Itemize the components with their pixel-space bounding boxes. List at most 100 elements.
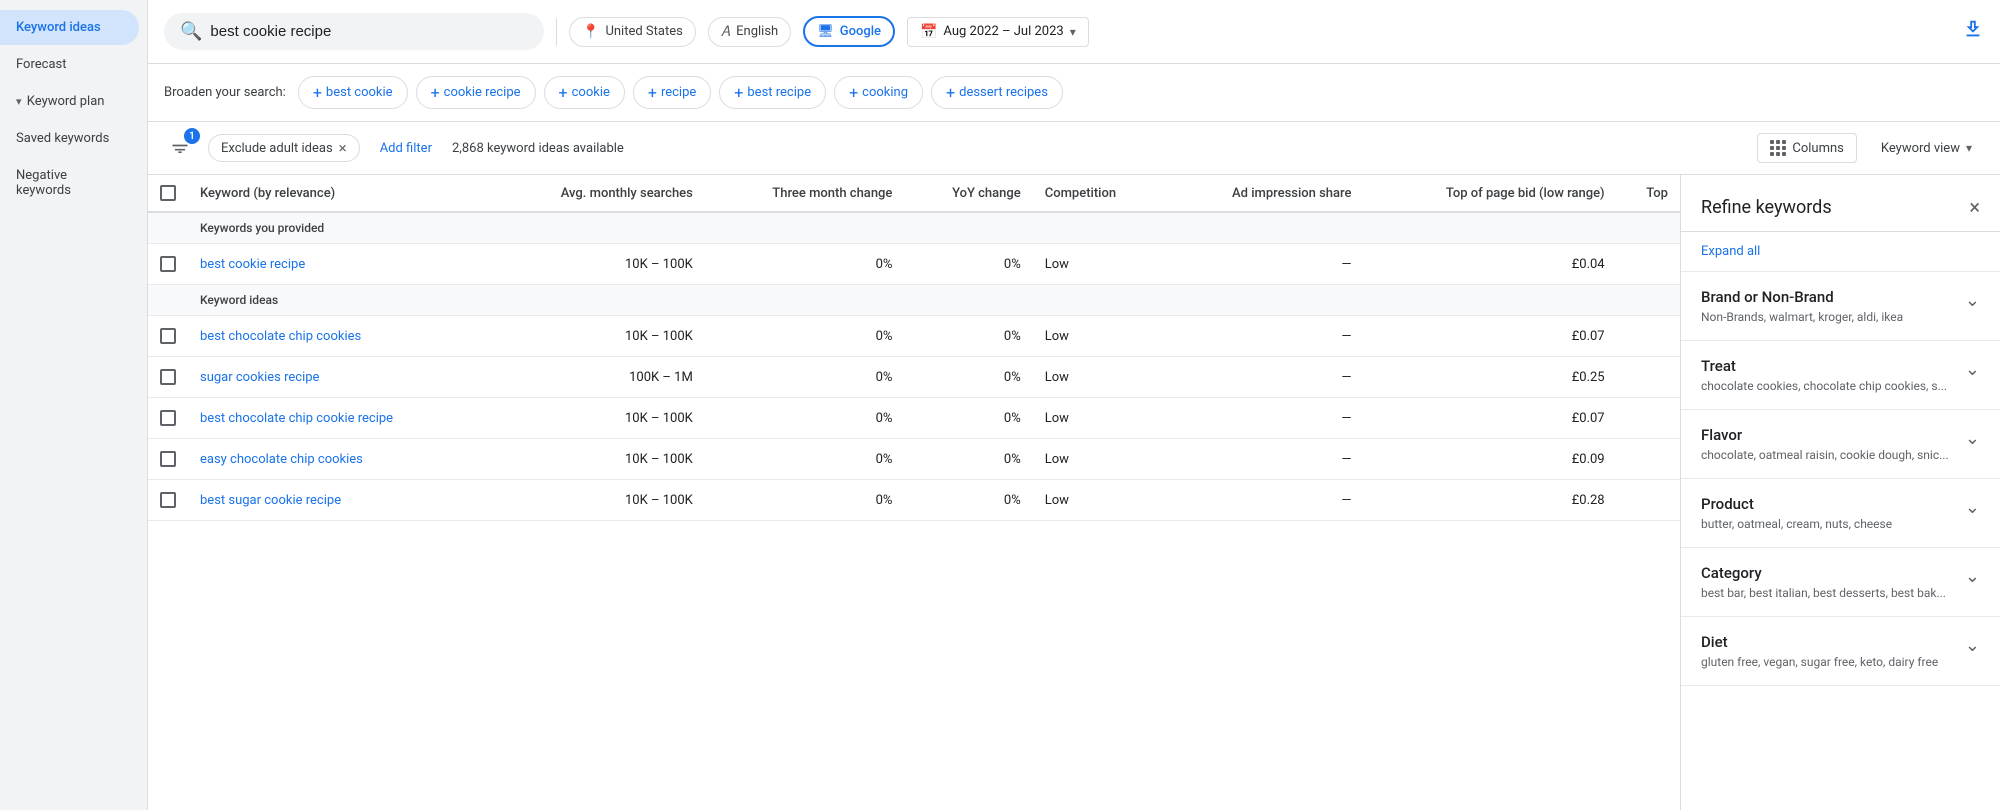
keyword-cell[interactable]: best chocolate chip cookie recipe — [188, 398, 489, 439]
section-label: Keywords you provided — [188, 212, 1680, 244]
col-keyword[interactable]: Keyword (by relevance) — [188, 175, 489, 212]
keyword-count: 2,868 keyword ideas available — [452, 141, 624, 156]
col-ad-impression[interactable]: Ad impression share — [1165, 175, 1364, 212]
plus-icon: + — [313, 83, 322, 102]
chevron-down-icon: ⌄ — [1965, 359, 1980, 380]
sidebar-item-saved-keywords[interactable]: Saved keywords — [0, 121, 139, 156]
broaden-chip-cookie-recipe[interactable]: + cookie recipe — [416, 76, 536, 109]
refine-item-treat-title: Treat — [1701, 357, 1965, 375]
refine-item-brand-sub: Non-Brands, walmart, kroger, aldi, ikea — [1701, 310, 1965, 324]
broaden-chip-best-cookie[interactable]: + best cookie — [298, 76, 408, 109]
select-all-header[interactable] — [148, 175, 188, 212]
table-row: easy chocolate chip cookies 10K – 100K 0… — [148, 439, 1680, 480]
sidebar-item-negative-keywords[interactable]: Negative keywords — [0, 158, 139, 208]
exclude-adult-chip[interactable]: Exclude adult ideas × — [208, 134, 360, 162]
plus-icon: + — [946, 83, 955, 102]
refine-item-product-title: Product — [1701, 495, 1965, 513]
refine-item-flavor: Flavor chocolate, oatmeal raisin, cookie… — [1681, 410, 2000, 479]
table-row: best chocolate chip cookie recipe 10K – … — [148, 398, 1680, 439]
col-yoy[interactable]: YoY change — [904, 175, 1032, 212]
plus-icon: + — [559, 83, 568, 102]
broaden-chip-cookie[interactable]: + cookie — [544, 76, 625, 109]
location-icon: 📍 — [582, 24, 599, 40]
row-checkbox[interactable] — [160, 451, 176, 467]
keyword-cell[interactable]: best chocolate chip cookies — [188, 316, 489, 357]
col-three-month[interactable]: Three month change — [705, 175, 905, 212]
table-row: best chocolate chip cookies 10K – 100K 0… — [148, 316, 1680, 357]
yoy-cell: 0% — [904, 244, 1032, 285]
close-refine-button[interactable]: × — [1969, 195, 1980, 219]
refine-item-flavor-header[interactable]: Flavor chocolate, oatmeal raisin, cookie… — [1681, 410, 2000, 478]
expand-all-button[interactable]: Expand all — [1681, 232, 2000, 272]
select-all-checkbox[interactable] — [160, 185, 176, 201]
keyword-cell[interactable]: sugar cookies recipe — [188, 357, 489, 398]
broaden-chip-recipe[interactable]: + recipe — [633, 76, 711, 109]
platform-selector[interactable]: 🖥 Google — [803, 16, 895, 47]
date-range-selector[interactable]: 📅 Aug 2022 – Jul 2023 ▾ — [907, 17, 1089, 47]
chevron-down-icon: ⌄ — [1965, 566, 1980, 587]
language-selector[interactable]: 𝐴 English — [708, 17, 791, 47]
keyword-view-button[interactable]: Keyword view ▾ — [1869, 135, 1984, 162]
chevron-down-icon: ⌄ — [1965, 290, 1980, 311]
sidebar: Keyword ideas Forecast ▾ Keyword plan Sa… — [0, 0, 148, 810]
refine-item-flavor-sub: chocolate, oatmeal raisin, cookie dough,… — [1701, 448, 1965, 462]
refine-item-category-title: Category — [1701, 564, 1965, 582]
refine-item-category-header[interactable]: Category best bar, best italian, best de… — [1681, 548, 2000, 616]
row-checkbox[interactable] — [160, 492, 176, 508]
chevron-down-icon: ⌄ — [1965, 497, 1980, 518]
platform-icon: 🖥 — [817, 24, 834, 39]
refine-item-brand-title: Brand or Non-Brand — [1701, 288, 1965, 306]
refine-item-category-sub: best bar, best italian, best desserts, b… — [1701, 586, 1965, 600]
keyword-cell[interactable]: best sugar cookie recipe — [188, 480, 489, 521]
filter-icon-wrap: 1 — [164, 132, 196, 164]
avg-monthly-cell: 10K – 100K — [489, 244, 705, 285]
col-competition[interactable]: Competition — [1033, 175, 1165, 212]
keyword-table-wrap: Keyword (by relevance) Avg. monthly sear… — [148, 175, 1680, 810]
remove-filter-icon[interactable]: × — [339, 139, 347, 157]
refine-item-treat-header[interactable]: Treat chocolate cookies, chocolate chip … — [1681, 341, 2000, 409]
three-month-cell: 0% — [705, 244, 905, 285]
download-button[interactable] — [1962, 18, 1984, 46]
refine-item-product: Product butter, oatmeal, cream, nuts, ch… — [1681, 479, 2000, 548]
columns-button[interactable]: Columns — [1757, 133, 1857, 163]
broaden-chip-best-recipe[interactable]: + best recipe — [719, 76, 826, 109]
dropdown-chevron-icon: ▾ — [1966, 141, 1972, 155]
top-bid-high-cell — [1617, 244, 1680, 285]
refine-item-product-header[interactable]: Product butter, oatmeal, cream, nuts, ch… — [1681, 479, 2000, 547]
refine-item-diet-sub: gluten free, vegan, sugar free, keto, da… — [1701, 655, 1965, 669]
broaden-chip-dessert-recipes[interactable]: + dessert recipes — [931, 76, 1063, 109]
refine-item-brand-header[interactable]: Brand or Non-Brand Non-Brands, walmart, … — [1681, 272, 2000, 340]
search-input[interactable] — [210, 23, 510, 40]
search-box[interactable]: 🔍 — [164, 13, 544, 50]
keyword-cell[interactable]: best cookie recipe — [188, 244, 489, 285]
col-top-bid-low[interactable]: Top of page bid (low range) — [1363, 175, 1616, 212]
broaden-chip-cooking[interactable]: + cooking — [834, 76, 923, 109]
refine-item-brand: Brand or Non-Brand Non-Brands, walmart, … — [1681, 272, 2000, 341]
plus-icon: + — [648, 83, 657, 102]
row-checkbox[interactable] — [160, 256, 176, 272]
filter-badge: 1 — [184, 128, 200, 144]
broaden-label: Broaden your search: — [164, 85, 286, 100]
language-icon: 𝐴 — [721, 24, 730, 40]
row-checkbox[interactable] — [160, 369, 176, 385]
row-checkbox[interactable] — [160, 328, 176, 344]
refine-item-flavor-title: Flavor — [1701, 426, 1965, 444]
top-bid-low-cell: £0.04 — [1363, 244, 1616, 285]
app-container: Keyword ideas Forecast ▾ Keyword plan Sa… — [0, 0, 2000, 810]
add-filter-button[interactable]: Add filter — [372, 137, 440, 160]
sidebar-item-keyword-plan[interactable]: ▾ Keyword plan — [0, 84, 139, 119]
col-avg-monthly[interactable]: Avg. monthly searches — [489, 175, 705, 212]
row-checkbox[interactable] — [160, 410, 176, 426]
refine-header: Refine keywords × — [1681, 175, 2000, 232]
row-checkbox-cell[interactable] — [148, 244, 188, 285]
competition-cell: Low — [1033, 244, 1165, 285]
refine-item-diet-title: Diet — [1701, 633, 1965, 651]
sidebar-item-keyword-ideas[interactable]: Keyword ideas — [0, 10, 139, 45]
filter-bar: 1 Exclude adult ideas × Add filter 2,868… — [148, 122, 2000, 175]
keyword-cell[interactable]: easy chocolate chip cookies — [188, 439, 489, 480]
refine-item-diet: Diet gluten free, vegan, sugar free, ket… — [1681, 617, 2000, 686]
refine-item-diet-header[interactable]: Diet gluten free, vegan, sugar free, ket… — [1681, 617, 2000, 685]
location-selector[interactable]: 📍 United States — [569, 17, 696, 47]
sidebar-item-forecast[interactable]: Forecast — [0, 47, 139, 82]
col-top-bid-high[interactable]: Top — [1617, 175, 1680, 212]
